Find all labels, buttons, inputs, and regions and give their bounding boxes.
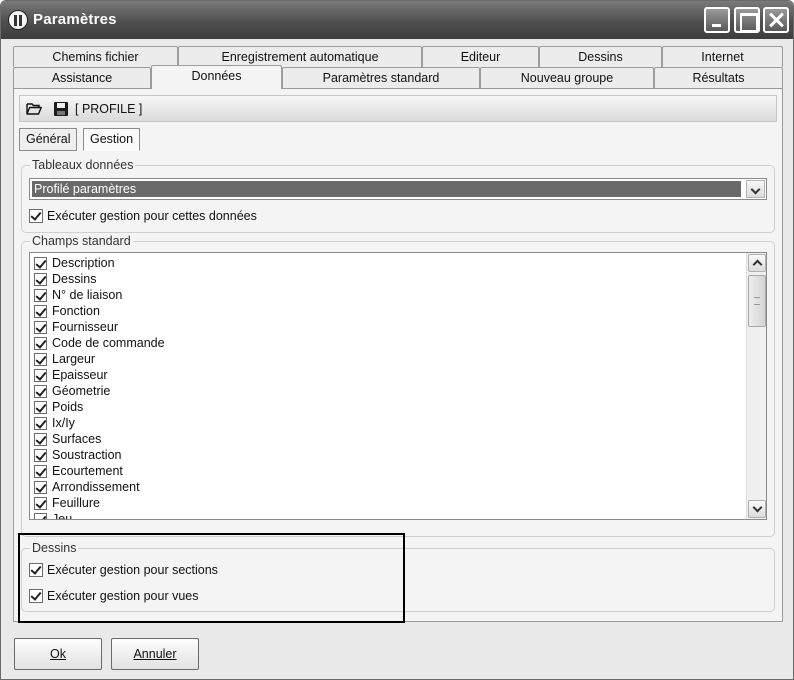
list-item-label: Surfaces	[52, 432, 102, 446]
list-item-checkbox[interactable]	[34, 400, 47, 414]
annuler-button-label: Annuler	[133, 647, 177, 661]
chevron-down-icon[interactable]	[746, 180, 765, 198]
sections-label: Exécuter gestion pour sections	[47, 562, 218, 577]
list-scrollbar[interactable]	[746, 253, 766, 519]
list-item-label: Fonction	[52, 304, 100, 318]
list-item[interactable]: N° de liaison	[34, 287, 165, 303]
scroll-up-icon[interactable]	[748, 254, 766, 272]
subtab-gestion[interactable]: Gestion	[83, 128, 141, 151]
tab-editeur[interactable]: Editeur	[422, 46, 539, 67]
tab-dessins[interactable]: Dessins	[539, 46, 662, 67]
tab-chemins-fichier[interactable]: Chemins fichier	[13, 46, 178, 67]
tab-nouveau-groupe[interactable]: Nouveau groupe	[480, 67, 654, 88]
list-item[interactable]: Ecourtement	[34, 463, 165, 479]
list-item[interactable]: Poids	[34, 399, 165, 415]
list-item[interactable]: Dessins	[34, 271, 165, 287]
app-icon	[8, 10, 28, 30]
tableaux-donnees-selected-value: Profilé paramètres	[32, 181, 741, 197]
list-item[interactable]: Géometrie	[34, 383, 165, 399]
list-item-checkbox[interactable]	[34, 480, 47, 494]
list-item[interactable]: Ix/Iy	[34, 415, 165, 431]
tab-enregistrement-automatique[interactable]: Enregistrement automatique	[178, 46, 422, 67]
tab-internet[interactable]: Internet	[662, 46, 783, 67]
tableaux-donnees-select[interactable]: Profilé paramètres	[29, 178, 767, 200]
list-item-checkbox[interactable]	[34, 448, 47, 462]
vues-checkbox[interactable]	[29, 588, 43, 603]
list-item-checkbox[interactable]	[34, 416, 47, 430]
list-item-checkbox[interactable]	[34, 320, 47, 334]
tableaux-donnees-legend: Tableaux données	[30, 158, 136, 172]
vues-label: Exécuter gestion pour vues	[47, 588, 199, 603]
list-item-label: Ecourtement	[52, 464, 123, 478]
list-item[interactable]: Largeur	[34, 351, 165, 367]
subtab-general[interactable]: Général	[19, 128, 78, 151]
manage-data-label: Exécuter gestion pour cettes données	[47, 208, 257, 223]
list-item-checkbox[interactable]	[34, 256, 47, 270]
folder-open-icon[interactable]	[26, 102, 42, 115]
list-item-label: Dessins	[52, 272, 97, 286]
list-item-checkbox[interactable]	[34, 304, 47, 318]
list-item-checkbox[interactable]	[34, 336, 47, 350]
list-item-label: Fournisseur	[52, 320, 118, 334]
list-item-checkbox[interactable]	[34, 464, 47, 478]
list-item-label: Arrondissement	[52, 480, 140, 494]
list-item-label: Géometrie	[52, 384, 111, 398]
list-item-checkbox[interactable]	[34, 288, 47, 302]
list-item-label: Description	[52, 256, 115, 270]
scroll-thumb[interactable]	[748, 275, 766, 327]
list-item-label: Epaisseur	[52, 368, 108, 382]
list-item-label: Jeu	[52, 512, 73, 520]
scroll-down-icon[interactable]	[748, 500, 766, 518]
list-item[interactable]: Jeu	[34, 511, 165, 520]
list-item-label: Code de commande	[52, 336, 165, 350]
maximize-button[interactable]	[734, 7, 760, 33]
parametres-window: Paramètres Chemins fichier Enregistremen…	[0, 0, 794, 680]
list-item[interactable]: Code de commande	[34, 335, 165, 351]
list-item-checkbox[interactable]	[34, 512, 47, 519]
list-item-checkbox[interactable]	[34, 432, 47, 446]
tab-resultats[interactable]: Résultats	[654, 67, 783, 88]
close-button[interactable]	[763, 7, 789, 33]
tab-donnees[interactable]: Données	[151, 65, 282, 89]
list-item[interactable]: Arrondissement	[34, 479, 165, 495]
ok-button[interactable]: Ok	[14, 638, 102, 670]
list-item-label: Feuillure	[52, 496, 100, 510]
tab-parametres-standard[interactable]: Paramètres standard	[282, 67, 480, 88]
profile-toolbar: [ PROFILE ]	[19, 95, 777, 122]
list-item-label: Largeur	[52, 352, 96, 366]
list-item-label: Ix/Iy	[52, 416, 75, 430]
list-item-checkbox[interactable]	[34, 272, 47, 286]
save-icon[interactable]	[54, 102, 68, 116]
list-item[interactable]: Surfaces	[34, 431, 165, 447]
list-item-label: N° de liaison	[52, 288, 123, 302]
list-item-label: Poids	[52, 400, 84, 414]
list-item[interactable]: Description	[34, 255, 165, 271]
list-item-checkbox[interactable]	[34, 368, 47, 382]
sections-checkbox[interactable]	[29, 562, 43, 577]
vues-checkbox-row[interactable]: Exécuter gestion pour vues	[29, 587, 198, 604]
annuler-button[interactable]: Annuler	[111, 638, 199, 670]
dessins-legend: Dessins	[30, 541, 79, 555]
list-item-checkbox[interactable]	[34, 496, 47, 510]
list-item[interactable]: Soustraction	[34, 447, 165, 463]
manage-data-checkbox-row[interactable]: Exécuter gestion pour cettes données	[29, 207, 257, 224]
champs-standard-list[interactable]: Description Dessins N° de liaison Foncti…	[29, 252, 767, 520]
minimize-button[interactable]	[704, 7, 730, 33]
list-item-checkbox[interactable]	[34, 352, 47, 366]
champs-standard-legend: Champs standard	[30, 234, 133, 248]
ok-button-label: Ok	[50, 647, 66, 661]
list-item-checkbox[interactable]	[34, 384, 47, 398]
manage-data-checkbox[interactable]	[29, 208, 43, 223]
profile-label: [ PROFILE ]	[75, 102, 143, 116]
list-item[interactable]: Fonction	[34, 303, 165, 319]
list-item[interactable]: Feuillure	[34, 495, 165, 511]
window-title: Paramètres	[33, 11, 117, 28]
tab-assistance[interactable]: Assistance	[13, 67, 151, 88]
list-item[interactable]: Epaisseur	[34, 367, 165, 383]
list-item-label: Soustraction	[52, 448, 122, 462]
list-item[interactable]: Fournisseur	[34, 319, 165, 335]
title-bar[interactable]: Paramètres	[1, 1, 793, 39]
sections-checkbox-row[interactable]: Exécuter gestion pour sections	[29, 561, 218, 578]
